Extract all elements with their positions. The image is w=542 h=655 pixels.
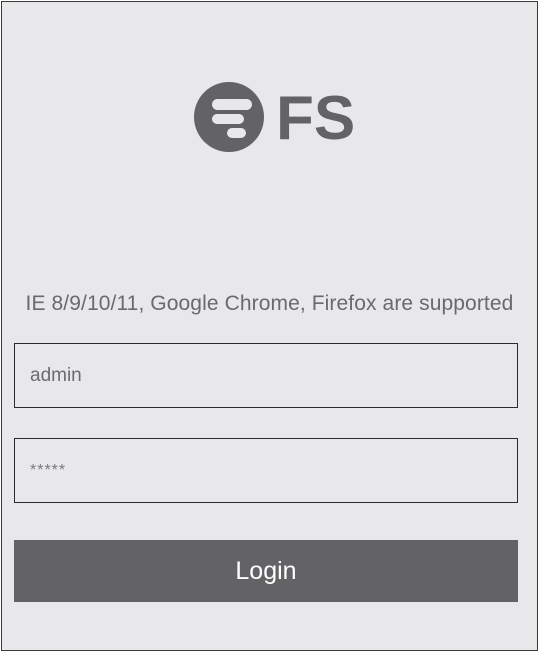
username-value: admin: [30, 364, 82, 386]
browser-support-note: IE 8/9/10/11, Google Chrome, Firefox are…: [25, 292, 514, 315]
password-value: *****: [30, 461, 67, 479]
username-input[interactable]: admin: [14, 343, 518, 408]
login-button[interactable]: Login: [14, 540, 518, 602]
login-panel: FS IE 8/9/10/11, Google Chrome, Firefox …: [1, 1, 538, 651]
logo-text: FS: [276, 84, 353, 153]
brand-logo: FS: [193, 80, 353, 154]
password-input[interactable]: *****: [14, 438, 518, 503]
fs-logo-icon: FS: [194, 82, 353, 153]
